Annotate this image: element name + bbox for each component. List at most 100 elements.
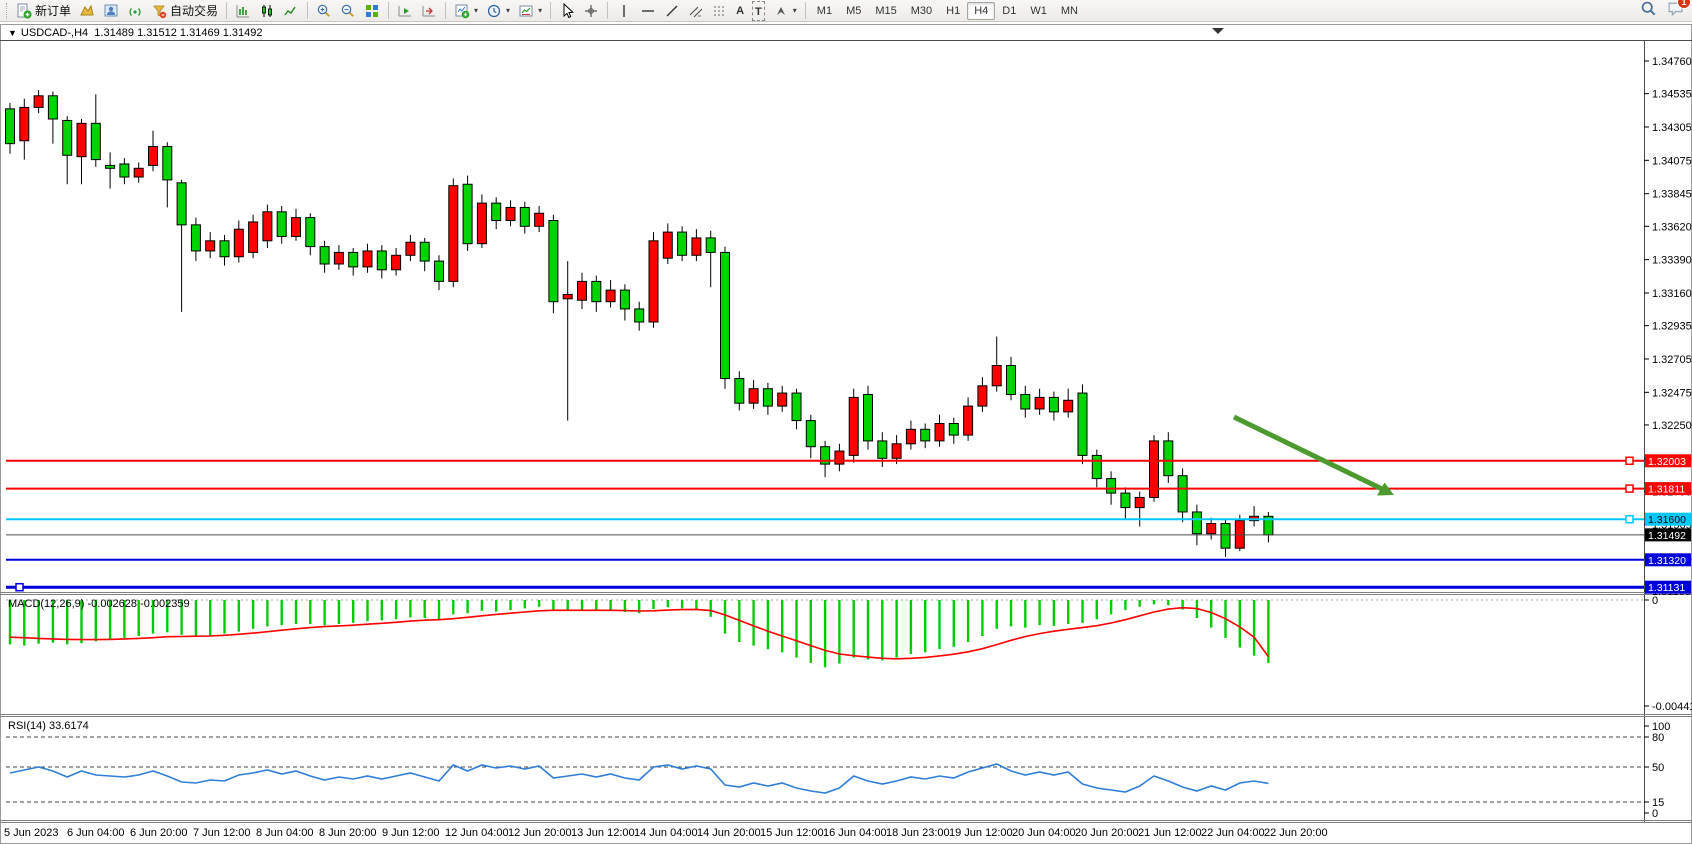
profile-icon bbox=[103, 3, 119, 19]
toolbar-separator bbox=[805, 2, 806, 19]
toolbar-grip bbox=[6, 3, 10, 19]
trendline-icon bbox=[664, 3, 680, 19]
price-axis-label: 1.32935 bbox=[1652, 321, 1692, 333]
candle bbox=[1078, 393, 1087, 455]
candle bbox=[1049, 397, 1058, 412]
label-tool-button[interactable]: T bbox=[748, 0, 769, 22]
trend-arrow[interactable] bbox=[1234, 417, 1382, 489]
auto-scroll-button[interactable] bbox=[393, 0, 417, 22]
time-axis-label: 22 Jun 04:00 bbox=[1201, 827, 1265, 839]
candle bbox=[906, 429, 915, 444]
candle bbox=[492, 203, 501, 220]
candle bbox=[463, 184, 472, 243]
chevron-down-icon: ▾ bbox=[538, 6, 542, 15]
hline-handle[interactable] bbox=[1626, 516, 1633, 523]
time-axis-label: 19 Jun 12:00 bbox=[949, 827, 1013, 839]
tab-h4[interactable]: H4 bbox=[967, 2, 995, 20]
macd-axis-max: 0 bbox=[1652, 595, 1658, 607]
candle bbox=[992, 366, 1001, 386]
tab-m15[interactable]: M15 bbox=[868, 2, 903, 20]
time-axis-label: 14 Jun 04:00 bbox=[634, 827, 698, 839]
zoom-out-button[interactable] bbox=[336, 0, 360, 22]
time-axis-label: 12 Jun 04:00 bbox=[445, 827, 509, 839]
window-border bbox=[1, 25, 1692, 844]
vertical-line-button[interactable] bbox=[612, 0, 636, 22]
candle bbox=[306, 218, 315, 247]
search-icon[interactable] bbox=[1640, 0, 1657, 22]
candle bbox=[1064, 400, 1073, 412]
templates-button[interactable]: ▾ bbox=[514, 0, 546, 22]
crosshair-button[interactable] bbox=[579, 0, 603, 22]
cursor-button[interactable] bbox=[555, 0, 579, 22]
text-tool-button[interactable]: A bbox=[732, 0, 748, 22]
trendline-button[interactable] bbox=[660, 0, 684, 22]
candle bbox=[778, 393, 787, 406]
tab-m5[interactable]: M5 bbox=[839, 2, 868, 20]
price-axis-label: 1.32250 bbox=[1652, 420, 1692, 432]
new-order-button[interactable]: 新订单 bbox=[12, 0, 75, 22]
tab-d1[interactable]: D1 bbox=[995, 2, 1023, 20]
profile-button[interactable] bbox=[99, 0, 123, 22]
price-axis-label: 1.32705 bbox=[1652, 354, 1692, 366]
hline-handle[interactable] bbox=[16, 584, 23, 591]
label-icon: T bbox=[752, 1, 765, 21]
tab-w1[interactable]: W1 bbox=[1023, 2, 1054, 20]
horizontal-line-icon bbox=[640, 3, 656, 19]
candle bbox=[91, 123, 100, 159]
chart-shift-button[interactable] bbox=[417, 0, 441, 22]
candle bbox=[120, 164, 129, 177]
indicators-button[interactable]: ▾ bbox=[450, 0, 482, 22]
equidistant-channel-button[interactable] bbox=[684, 0, 708, 22]
candlestick-chart-button[interactable] bbox=[255, 0, 279, 22]
tab-h1[interactable]: H1 bbox=[939, 2, 967, 20]
candle bbox=[134, 168, 143, 177]
candle bbox=[77, 123, 86, 156]
tile-windows-button[interactable] bbox=[360, 0, 384, 22]
signals-button[interactable] bbox=[123, 0, 147, 22]
tab-m30[interactable]: M30 bbox=[904, 2, 939, 20]
tab-mn[interactable]: MN bbox=[1054, 2, 1085, 20]
chart-window: ▼USDCAD-,H4 1.31489 1.31512 1.31469 1.31… bbox=[0, 24, 1692, 844]
price-axis-label: 1.33390 bbox=[1652, 255, 1692, 267]
candle bbox=[420, 242, 429, 261]
hline-handle[interactable] bbox=[1626, 457, 1633, 464]
candle bbox=[1021, 395, 1030, 410]
chat-button[interactable]: 1 bbox=[1667, 0, 1684, 22]
bar-chart-button[interactable] bbox=[231, 0, 255, 22]
candle bbox=[406, 242, 415, 255]
candle bbox=[191, 225, 200, 251]
periods-button[interactable]: ▾ bbox=[482, 0, 514, 22]
macd-label: MACD(12,26,9) -0.002628 -0.002359 bbox=[8, 598, 190, 610]
chart-shift-marker[interactable] bbox=[1212, 28, 1224, 34]
horizontal-line-button[interactable] bbox=[636, 0, 660, 22]
price-line-label: 1.32003 bbox=[1648, 456, 1686, 468]
signals-icon bbox=[127, 3, 143, 19]
candle bbox=[892, 444, 901, 459]
symbol-dropdown-icon[interactable]: ▼ bbox=[8, 28, 17, 38]
candle bbox=[20, 107, 29, 140]
candle bbox=[921, 429, 930, 441]
candle bbox=[477, 203, 486, 244]
time-axis-label: 8 Jun 04:00 bbox=[256, 827, 314, 839]
chart-canvas[interactable]: 1.347601.345351.343051.340751.338451.336… bbox=[0, 24, 1692, 844]
chevron-down-icon: ▾ bbox=[474, 6, 478, 15]
autotrading-button[interactable]: 自动交易 bbox=[147, 0, 222, 22]
zoom-in-button[interactable] bbox=[312, 0, 336, 22]
rsi-axis-label: 80 bbox=[1652, 732, 1664, 744]
price-line-label: 1.31320 bbox=[1648, 555, 1686, 567]
tab-m1[interactable]: M1 bbox=[810, 2, 839, 20]
candle bbox=[520, 207, 529, 226]
candle bbox=[706, 238, 715, 253]
arrows-tool-button[interactable]: ▾ bbox=[769, 0, 801, 22]
fibonacci-button[interactable] bbox=[708, 0, 732, 22]
charts-gold-button[interactable] bbox=[75, 0, 99, 22]
line-chart-button[interactable] bbox=[279, 0, 303, 22]
candle bbox=[1092, 455, 1101, 478]
text-icon: A bbox=[736, 5, 744, 17]
hline-handle[interactable] bbox=[1626, 485, 1633, 492]
time-axis-label: 7 Jun 12:00 bbox=[193, 827, 251, 839]
rsi-line bbox=[10, 764, 1268, 793]
macd-axis-min: -0.004415 bbox=[1652, 701, 1692, 713]
macd-signal-line bbox=[10, 608, 1268, 659]
candle bbox=[978, 386, 987, 406]
